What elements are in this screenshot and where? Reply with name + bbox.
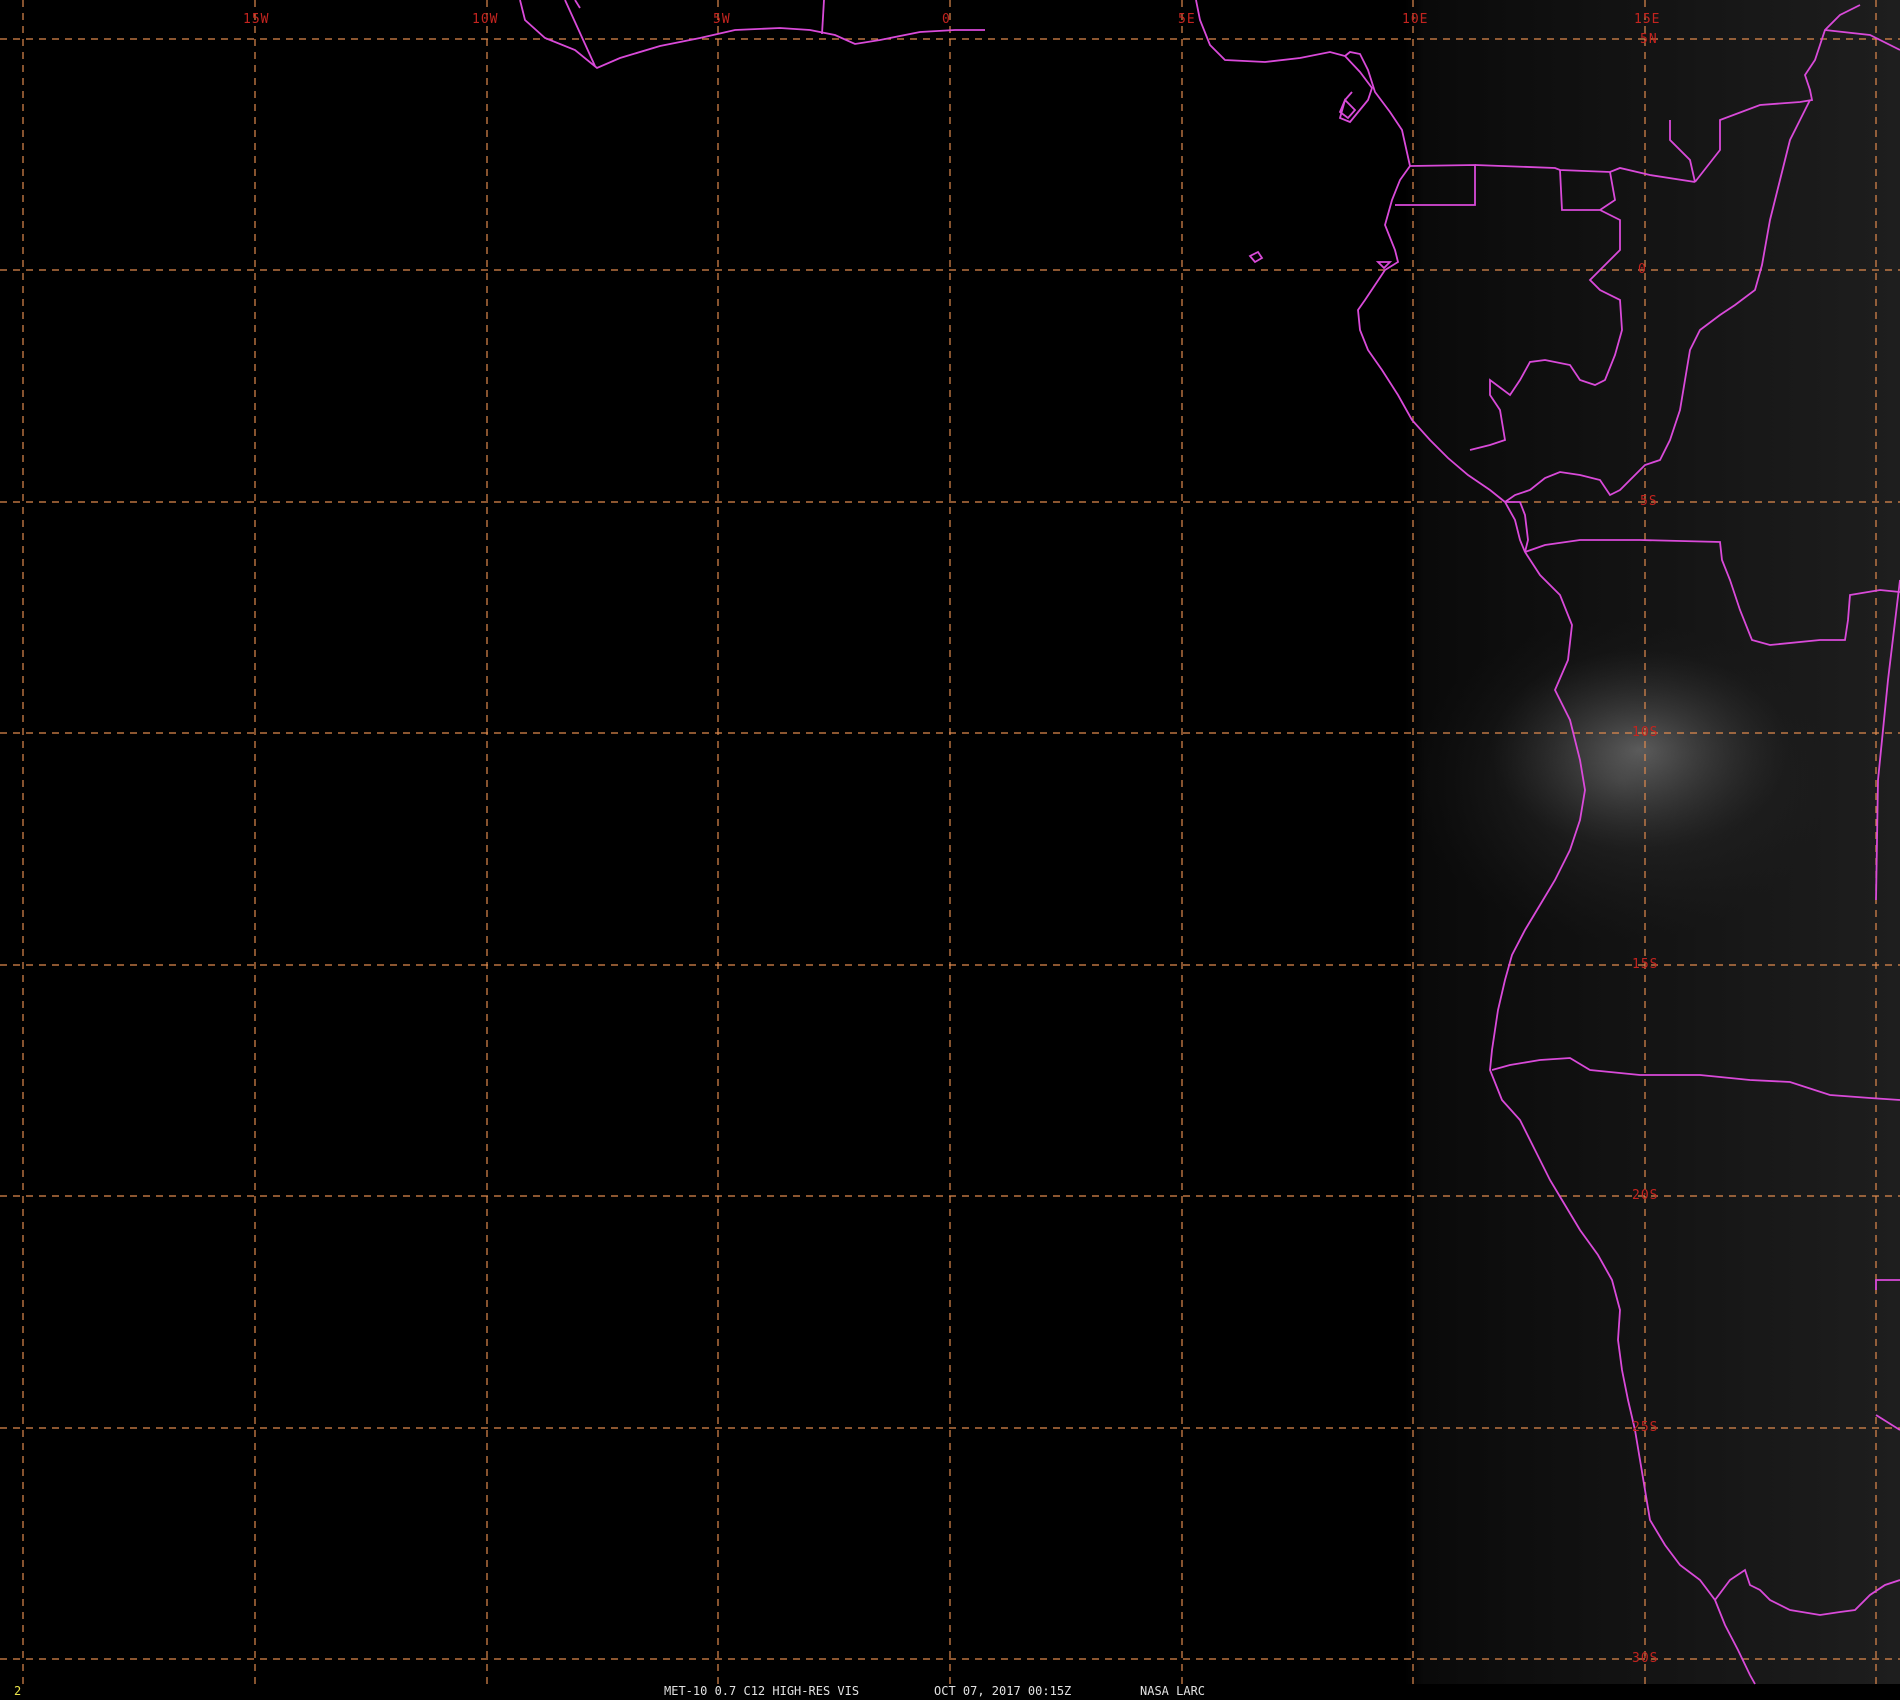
data-source: NASA LARC bbox=[1140, 1684, 1206, 1698]
frame-number: 2 bbox=[14, 1684, 22, 1698]
sun-glint-halo bbox=[1410, 620, 1830, 940]
lat-label-0: 0 bbox=[1638, 262, 1647, 277]
image-timestamp: OCT 07, 2017 00:15Z bbox=[934, 1684, 1072, 1698]
lat-label-15s: 15S bbox=[1632, 957, 1658, 972]
image-caption-bar: 2 MET-10 0.7 C12 HIGH-RES VIS OCT 07, 20… bbox=[0, 1684, 1900, 1700]
lon-label-5w: 5W bbox=[713, 12, 731, 27]
lat-label-25s: 25S bbox=[1632, 1420, 1658, 1435]
lat-label-30s: 30S bbox=[1632, 1651, 1658, 1666]
product-title: MET-10 0.7 C12 HIGH-RES VIS bbox=[664, 1684, 860, 1698]
lat-label-20s: 20S bbox=[1632, 1188, 1658, 1203]
lat-label-5n: 5N bbox=[1640, 32, 1658, 47]
satellite-image-viewer: 15W 10W 5W 0 5E 10E 15E 5N 0 5S 10S 15S … bbox=[0, 0, 1900, 1700]
lon-label-10e: 10E bbox=[1402, 12, 1428, 27]
lon-label-10w: 10W bbox=[472, 12, 498, 27]
map-canvas: 15W 10W 5W 0 5E 10E 15E 5N 0 5S 10S 15S … bbox=[0, 0, 1900, 1700]
lon-label-5e: 5E bbox=[1178, 12, 1196, 27]
lat-label-5s: 5S bbox=[1640, 494, 1658, 509]
lon-label-15w: 15W bbox=[243, 12, 269, 27]
lon-label-0: 0 bbox=[942, 12, 951, 27]
lon-label-15e: 15E bbox=[1634, 12, 1660, 27]
lat-label-10s: 10S bbox=[1632, 725, 1658, 740]
